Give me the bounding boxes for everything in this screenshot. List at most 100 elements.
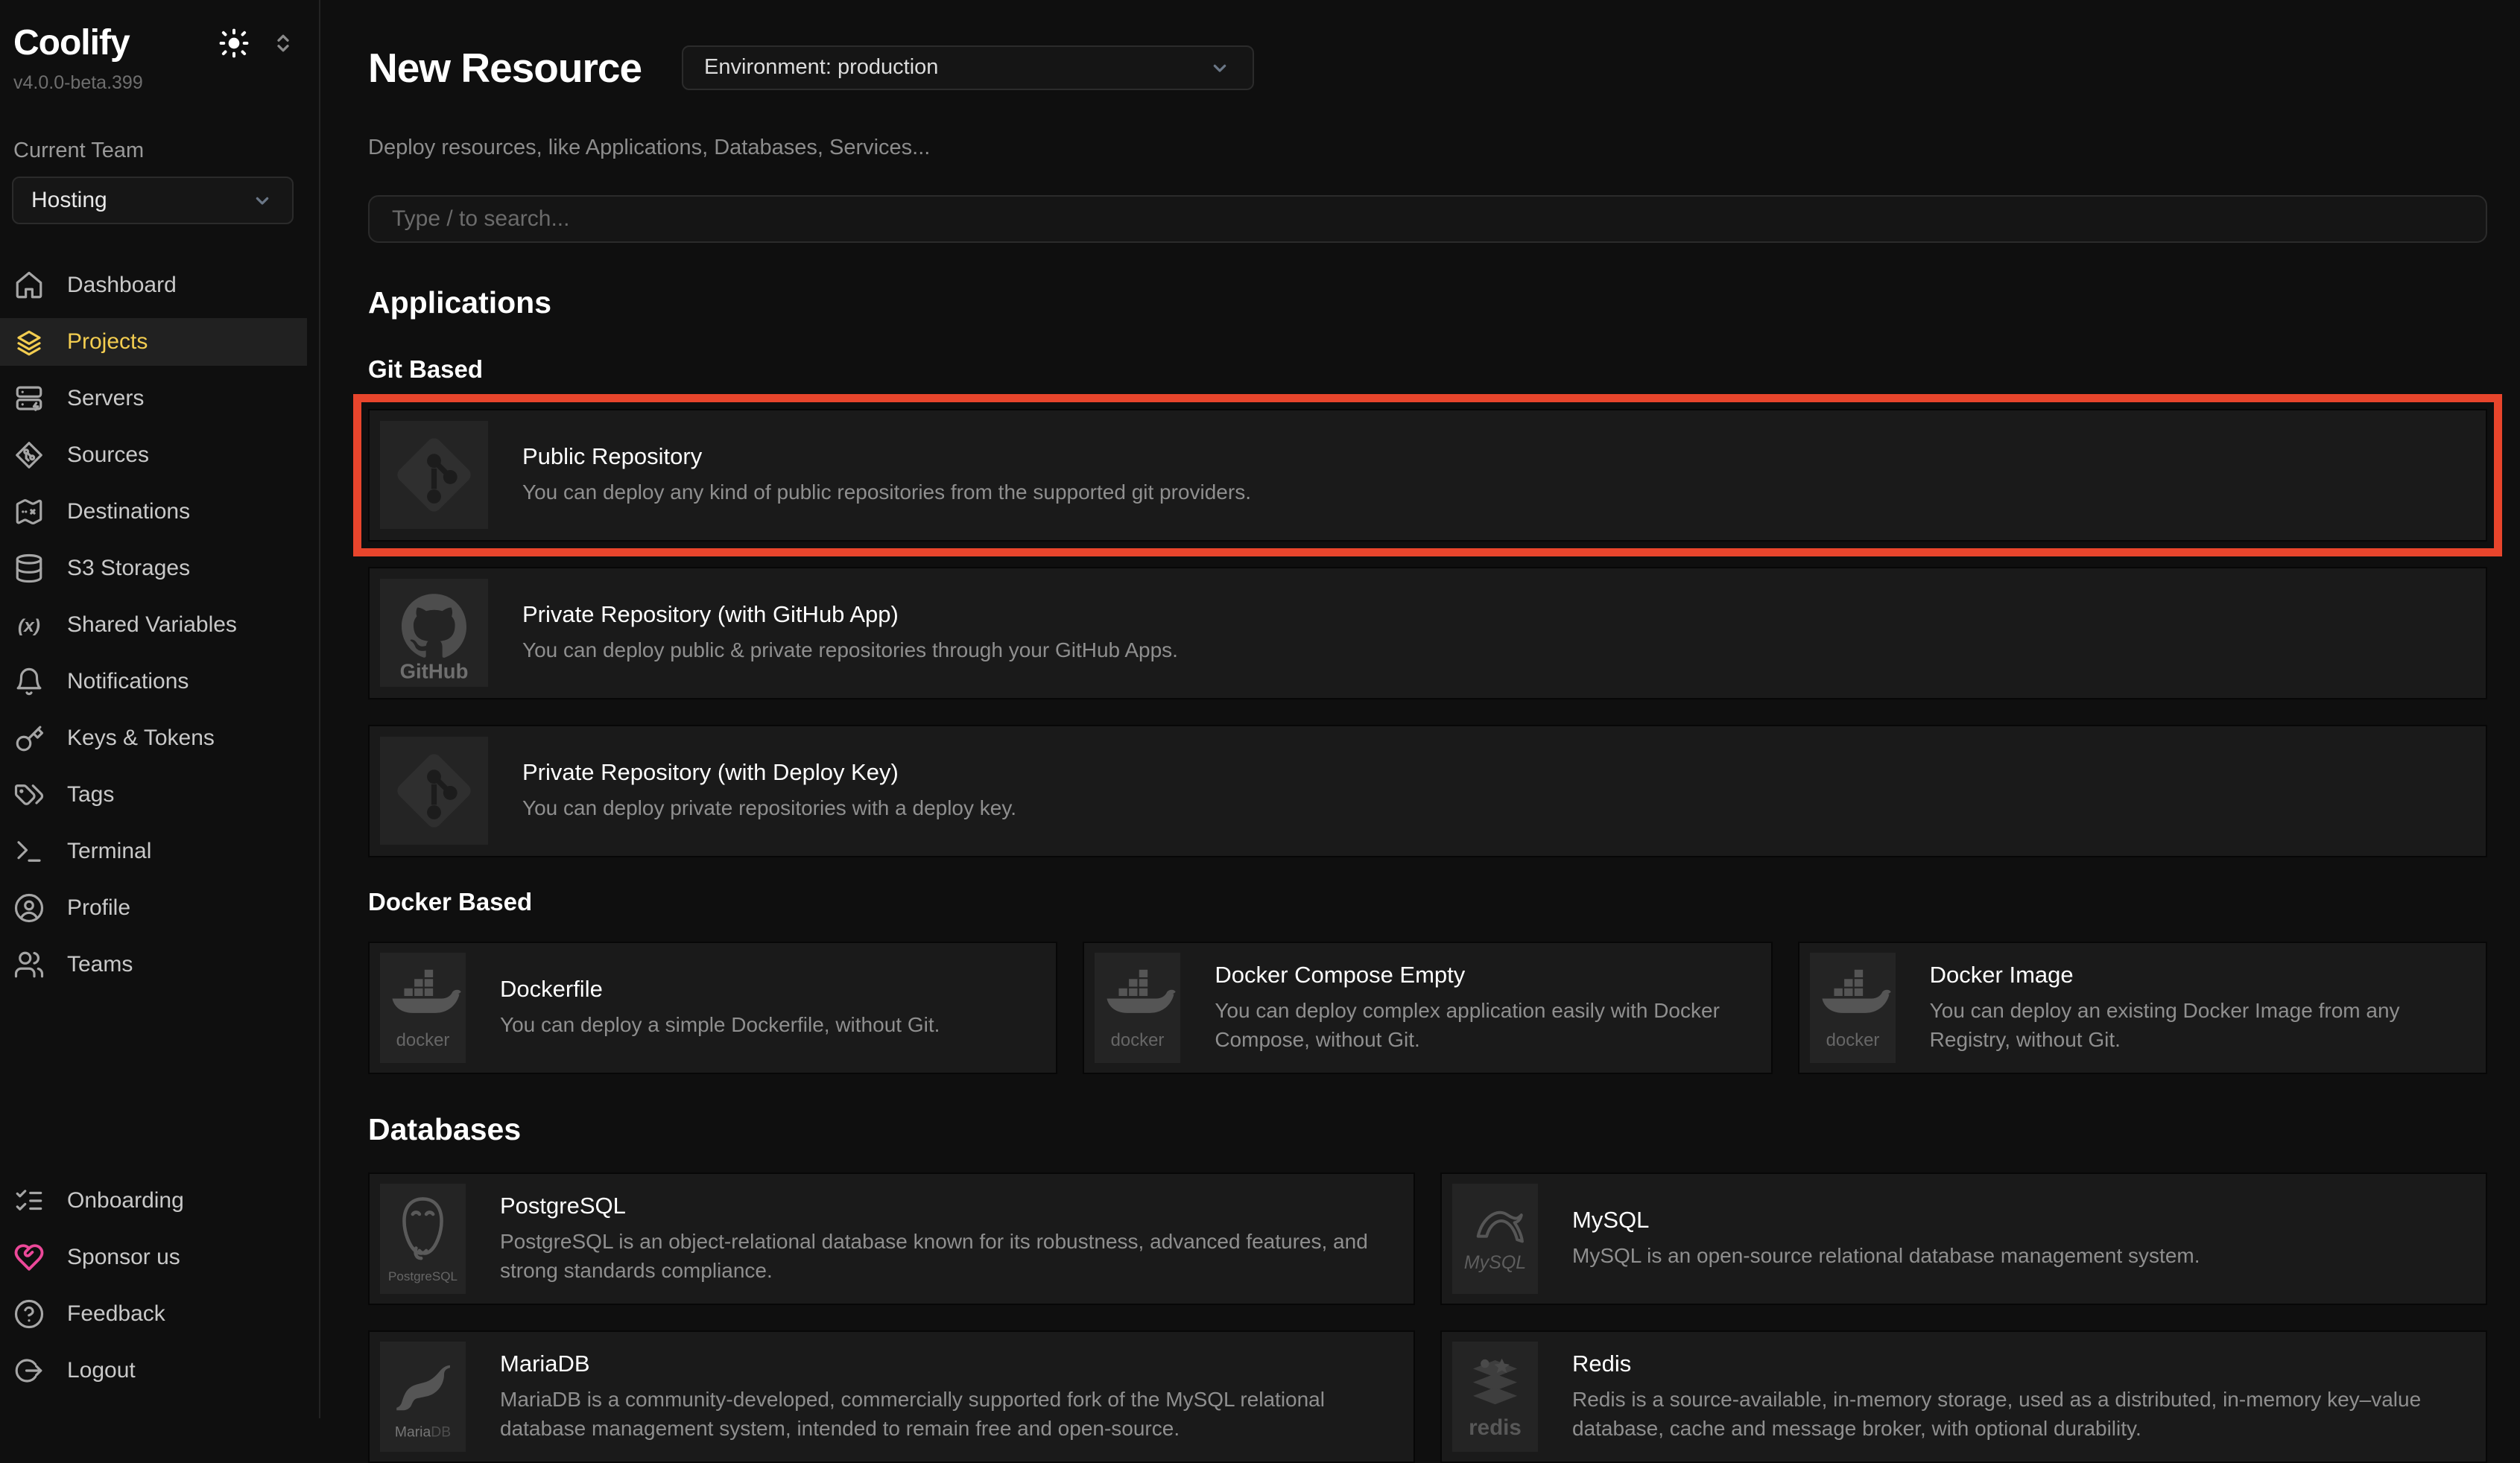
sidebar-item-projects[interactable]: Projects — [0, 318, 307, 366]
github-icon: GitHub — [380, 579, 488, 687]
sidebar-item-label: Shared Variables — [67, 612, 237, 638]
docker-based-card-list: docker Dockerfile You can deploy a simpl… — [368, 942, 2487, 1074]
sidebar-item-logout[interactable]: Logout — [0, 1347, 307, 1394]
card-title: Docker Compose Empty — [1215, 962, 1760, 988]
section-heading-applications: Applications — [368, 285, 2487, 320]
sidebar-item-label: Sponsor us — [67, 1245, 180, 1270]
search-input[interactable] — [368, 195, 2487, 243]
theme-toggle-sun-icon[interactable] — [218, 27, 250, 60]
card-description: You can deploy any kind of public reposi… — [522, 477, 1251, 507]
layers-icon — [13, 326, 45, 358]
database-icon — [13, 553, 45, 584]
sidebar-item-servers[interactable]: Servers — [0, 375, 307, 422]
resource-card-mysql[interactable]: MySQL MySQL MySQL is an open-source rela… — [1440, 1172, 2487, 1305]
card-description: You can deploy private repositories with… — [522, 793, 1016, 822]
sidebar-item-teams[interactable]: Teams — [0, 941, 307, 988]
sidebar-item-label: S3 Storages — [67, 556, 190, 581]
sidebar-item-sources[interactable]: Sources — [0, 431, 307, 479]
user-circle-icon — [13, 892, 45, 924]
sidebar-footer-nav: Onboarding Sponsor us Feedback Logout — [0, 1177, 319, 1403]
sidebar-item-sponsor-us[interactable]: Sponsor us — [0, 1234, 307, 1281]
docker-icon: docker — [1810, 953, 1896, 1063]
sidebar-item-tags[interactable]: Tags — [0, 771, 307, 819]
sidebar-item-feedback[interactable]: Feedback — [0, 1290, 307, 1338]
chevron-down-icon — [1208, 56, 1232, 80]
resource-card-mariadb[interactable]: MariaDB MariaDB MariaDB is a community-d… — [368, 1330, 1415, 1463]
card-title: MariaDB — [500, 1351, 1403, 1377]
card-title: Dockerfile — [500, 976, 940, 1003]
card-description: MariaDB is a community-developed, commer… — [500, 1385, 1403, 1443]
sidebar-item-label: Onboarding — [67, 1188, 184, 1213]
docker-icon: docker — [380, 953, 466, 1063]
app-logo: Coolify — [13, 22, 130, 63]
resource-card-postgresql[interactable]: PostgreSQL PostgreSQL PostgreSQL is an o… — [368, 1172, 1415, 1305]
sidebar-item-label: Feedback — [67, 1301, 165, 1327]
svg-text:PostgreSQL: PostgreSQL — [388, 1269, 458, 1283]
card-description: You can deploy an existing Docker Image … — [1930, 996, 2475, 1054]
subsection-heading-git-based: Git Based — [368, 355, 2487, 384]
sidebar-item-terminal[interactable]: Terminal — [0, 828, 307, 875]
card-title: Docker Image — [1930, 962, 2475, 988]
key-icon — [13, 723, 45, 754]
tags-icon — [13, 779, 45, 810]
resource-card-redis[interactable]: redis Redis Redis is a source-available,… — [1440, 1330, 2487, 1463]
users-icon — [13, 949, 45, 980]
highlighted-card-wrapper: Public Repository You can deploy any kin… — [368, 409, 2487, 542]
sidebar-item-label: Profile — [67, 895, 130, 921]
card-description: You can deploy a simple Dockerfile, with… — [500, 1010, 940, 1039]
page-subtitle: Deploy resources, like Applications, Dat… — [368, 133, 2487, 162]
sidebar-nav: Dashboard Projects Servers Sources Desti… — [0, 261, 319, 997]
git-diamond-icon — [13, 439, 45, 471]
map-icon — [13, 496, 45, 527]
resource-card-dockerfile[interactable]: docker Dockerfile You can deploy a simpl… — [368, 942, 1057, 1074]
resource-card-private-repository-deploy-key[interactable]: Private Repository (with Deploy Key) You… — [368, 725, 2487, 857]
section-heading-databases: Databases — [368, 1111, 2487, 1147]
environment-select[interactable]: Environment: production — [682, 45, 1254, 90]
environment-select-value: Environment: production — [704, 55, 938, 80]
resource-card-public-repository[interactable]: Public Repository You can deploy any kin… — [368, 409, 2487, 542]
card-title: MySQL — [1572, 1207, 2200, 1234]
card-description: You can deploy complex application easil… — [1215, 996, 1760, 1054]
sidebar-item-label: Notifications — [67, 669, 189, 694]
sidebar-item-label: Dashboard — [67, 273, 177, 298]
terminal-icon — [13, 836, 45, 867]
git-icon — [380, 421, 488, 529]
checklist-icon — [13, 1185, 45, 1216]
sidebar-item-label: Logout — [67, 1358, 136, 1383]
sidebar-item-label: Destinations — [67, 499, 190, 524]
sidebar-item-s3-storages[interactable]: S3 Storages — [0, 545, 307, 592]
mariadb-icon: MariaDB — [380, 1342, 466, 1452]
subsection-heading-docker-based: Docker Based — [368, 887, 2487, 917]
resource-card-docker-image[interactable]: docker Docker Image You can deploy an ex… — [1798, 942, 2487, 1074]
svg-text:GitHub: GitHub — [400, 660, 469, 683]
card-title: Private Repository (with GitHub App) — [522, 601, 1178, 628]
server-icon — [13, 383, 45, 414]
card-title: Public Repository — [522, 443, 1251, 470]
card-description: MySQL is an open-source relational datab… — [1572, 1241, 2200, 1270]
chevron-down-icon — [250, 188, 274, 212]
logout-icon — [13, 1355, 45, 1386]
sidebar-item-onboarding[interactable]: Onboarding — [0, 1177, 307, 1225]
chevrons-up-down-icon[interactable] — [270, 30, 297, 57]
team-select[interactable]: Hosting — [12, 177, 294, 224]
resource-card-private-repository-github-app[interactable]: GitHub Private Repository (with GitHub A… — [368, 567, 2487, 699]
sidebar-item-shared-variables[interactable]: (x) Shared Variables — [0, 601, 307, 649]
sidebar-item-notifications[interactable]: Notifications — [0, 658, 307, 705]
sidebar-item-label: Tags — [67, 782, 114, 807]
sidebar-item-dashboard[interactable]: Dashboard — [0, 261, 307, 309]
team-select-value: Hosting — [31, 188, 107, 213]
redis-icon: redis — [1452, 1342, 1538, 1452]
resource-card-docker-compose-empty[interactable]: docker Docker Compose Empty You can depl… — [1083, 942, 1772, 1074]
sidebar-item-profile[interactable]: Profile — [0, 884, 307, 932]
card-title: Private Repository (with Deploy Key) — [522, 759, 1016, 786]
card-title: Redis — [1572, 1351, 2475, 1377]
svg-text:redis: redis — [1469, 1415, 1522, 1440]
main-content: New Resource Environment: production Dep… — [320, 0, 2520, 1418]
home-icon — [13, 270, 45, 301]
sidebar-item-keys-tokens[interactable]: Keys & Tokens — [0, 714, 307, 762]
sidebar-item-destinations[interactable]: Destinations — [0, 488, 307, 536]
postgresql-icon: PostgreSQL — [380, 1184, 466, 1294]
svg-text:docker: docker — [396, 1030, 450, 1050]
sidebar-item-label: Keys & Tokens — [67, 726, 215, 751]
svg-text:docker: docker — [1826, 1030, 1879, 1050]
